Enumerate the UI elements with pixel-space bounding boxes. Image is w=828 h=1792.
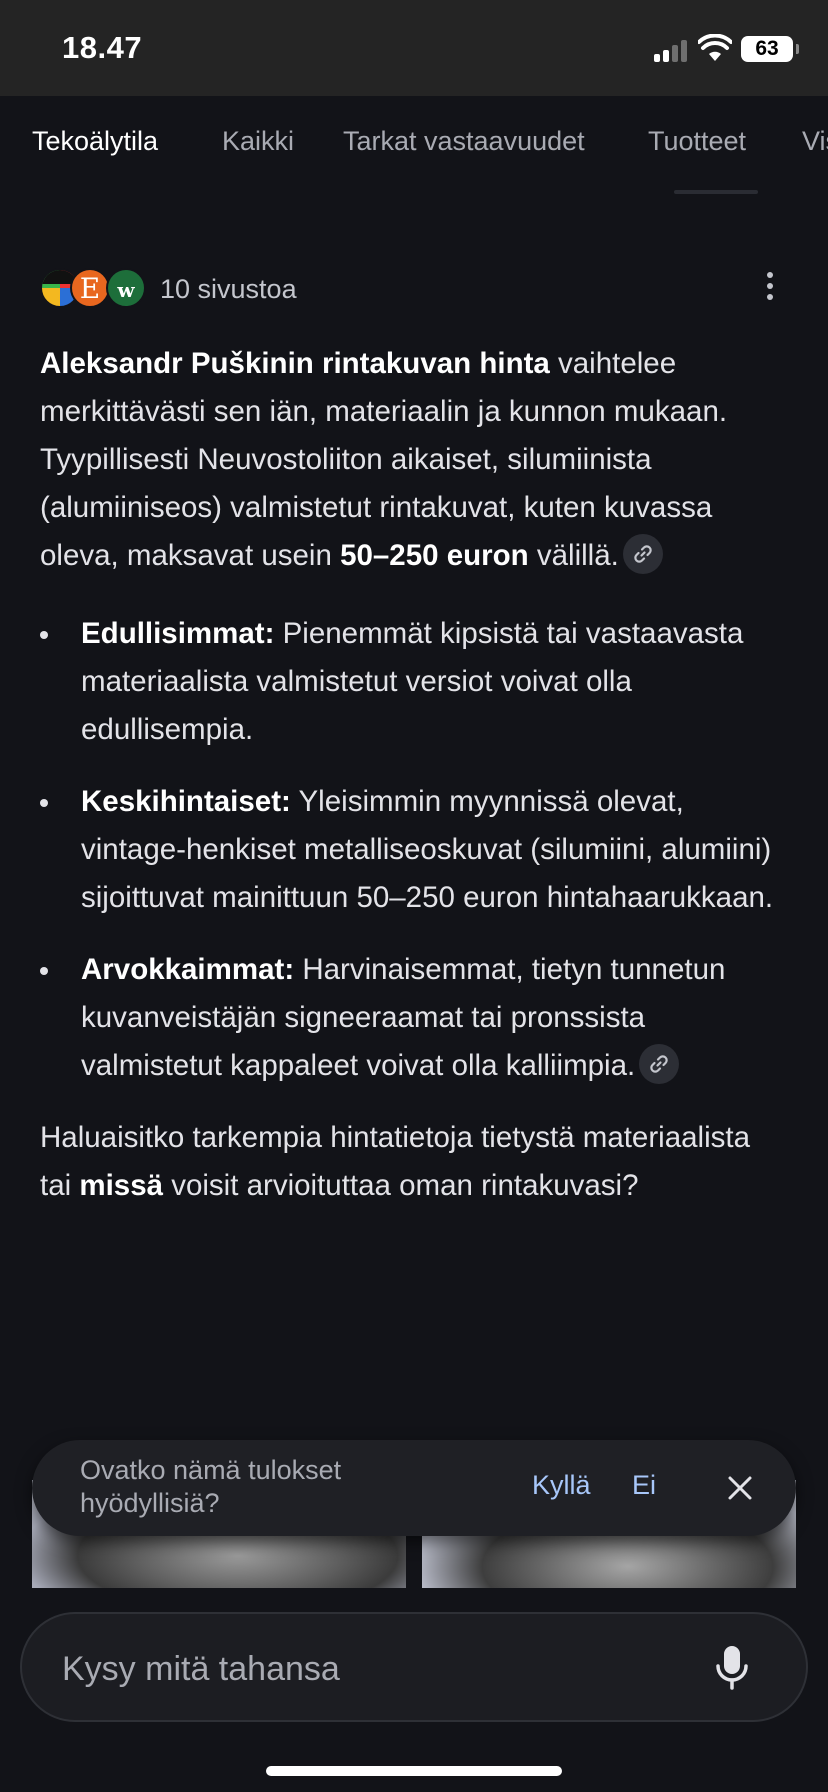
answer-price-bold: 50–250 euron [340,539,529,572]
answer-intro-tail: välillä. [528,539,619,572]
close-icon[interactable] [722,1470,758,1506]
status-bar: 18.47 63 [0,0,828,96]
tab-exact-matches[interactable]: Tarkat vastaavuudet [343,126,585,157]
question-bold: missä [79,1169,164,1202]
tab-visual[interactable]: Vis [802,126,828,157]
follow-up-question: Haluaisitko tarkempia hintatietoja tiety… [40,1114,788,1210]
bullet-term: Keskihintaiset: [81,785,291,818]
wifi-icon [698,34,732,61]
microphone-icon[interactable] [714,1644,750,1692]
search-tabs: Tekoälytila Kaikki Tarkat vastaavuudet T… [0,96,828,194]
feedback-no-button[interactable]: Ei [632,1470,656,1501]
ask-input[interactable]: Kysy mitä tahansa [20,1612,808,1722]
list-item: Keskihintaiset: Yleisimmin myynnissä ole… [40,778,788,922]
tab-scroll-indicator [674,190,758,194]
ask-input-placeholder: Kysy mitä tahansa [62,1650,340,1688]
feedback-yes-button[interactable]: Kyllä [532,1470,591,1501]
tab-products[interactable]: Tuotteet [648,126,746,157]
question-text: voisit arvioituttaa oman rintakuvasi? [163,1169,639,1202]
cellular-signal-icon [654,38,690,62]
source-link-icon[interactable] [622,534,663,575]
answer-intro-bold: Aleksandr Puškinin rintakuvan hinta [40,347,550,380]
sources-count: 10 sivustoa [160,274,297,304]
source-favicon-icon: E [70,268,110,308]
answer-bullet-list: Edullisimmat: Pienemmät kipsistä tai vas… [40,610,788,1090]
bullet-term: Arvokkaimmat: [81,953,295,986]
list-item: Edullisimmat: Pienemmät kipsistä tai vas… [40,610,788,754]
list-item: Arvokkaimmat: Harvinaisemmat, tietyn tun… [40,946,788,1090]
answer-intro: Aleksandr Puškinin rintakuvan hinta vaih… [40,340,788,580]
source-favicon-icon: w [106,268,146,308]
status-time: 18.47 [62,30,143,65]
home-indicator [266,1766,562,1776]
bullet-term: Edullisimmat: [81,617,275,650]
tab-ai-mode[interactable]: Tekoälytila [32,126,158,157]
ai-answer: Aleksandr Puškinin rintakuvan hinta vaih… [40,340,788,1210]
tab-all[interactable]: Kaikki [222,126,294,157]
more-options-icon[interactable] [760,268,780,304]
feedback-question: Ovatko nämä tulokset hyödyllisiä? [80,1455,342,1518]
feedback-bar: Ovatko nämä tulokset hyödyllisiä? Kyllä … [32,1440,796,1536]
battery-icon: 63 [741,36,799,62]
source-link-icon[interactable] [639,1044,680,1085]
